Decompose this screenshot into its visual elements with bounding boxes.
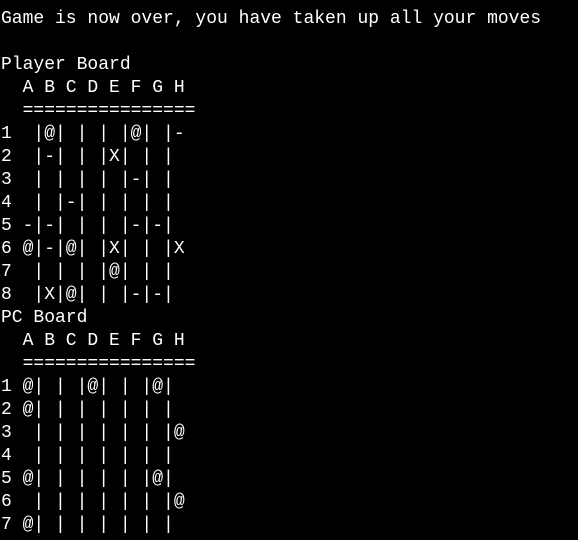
pc-board-row: 4 | | | | | | | bbox=[1, 446, 174, 466]
pc-board-row: 5 @| | | | | |@| bbox=[1, 469, 174, 489]
pc-board-row: 6 | | | | | | |@ bbox=[1, 492, 185, 512]
pc-board-separator: ================ bbox=[1, 354, 196, 374]
player-board-row: 7 | | | |@| | | bbox=[1, 262, 174, 282]
pc-board-title: PC Board bbox=[1, 308, 88, 328]
player-board-column-header: A B C D E F G H bbox=[1, 78, 185, 98]
pc-board-row: 2 @| | | | | | | bbox=[1, 400, 174, 420]
player-board-row: 8 |X|@| | |-|-| bbox=[1, 285, 174, 305]
pc-board-row: 1 @| | |@| | |@| bbox=[1, 377, 174, 397]
player-board-row: 1 |@| | | |@| |- bbox=[1, 124, 185, 144]
player-board-row: 3 | | | | |-| | bbox=[1, 170, 174, 190]
player-board-row: 5 -|-| | | |-|-| bbox=[1, 216, 174, 236]
pc-board-row: 7 @| | | | | | | bbox=[1, 515, 174, 535]
player-board-row: 6 @|-|@| |X| | |X bbox=[1, 239, 185, 259]
game-over-message: Game is now over, you have taken up all … bbox=[1, 9, 542, 29]
player-board-row: 4 | |-| | | | | bbox=[1, 193, 174, 213]
player-board-title: Player Board bbox=[1, 55, 131, 75]
player-board-row: 2 |-| | |X| | | bbox=[1, 147, 174, 167]
pc-board-row: 3 | | | | | | |@ bbox=[1, 423, 185, 443]
player-board-separator: ================ bbox=[1, 101, 196, 121]
pc-board-column-header: A B C D E F G H bbox=[1, 331, 185, 351]
terminal-window: Game is now over, you have taken up all … bbox=[0, 0, 578, 540]
